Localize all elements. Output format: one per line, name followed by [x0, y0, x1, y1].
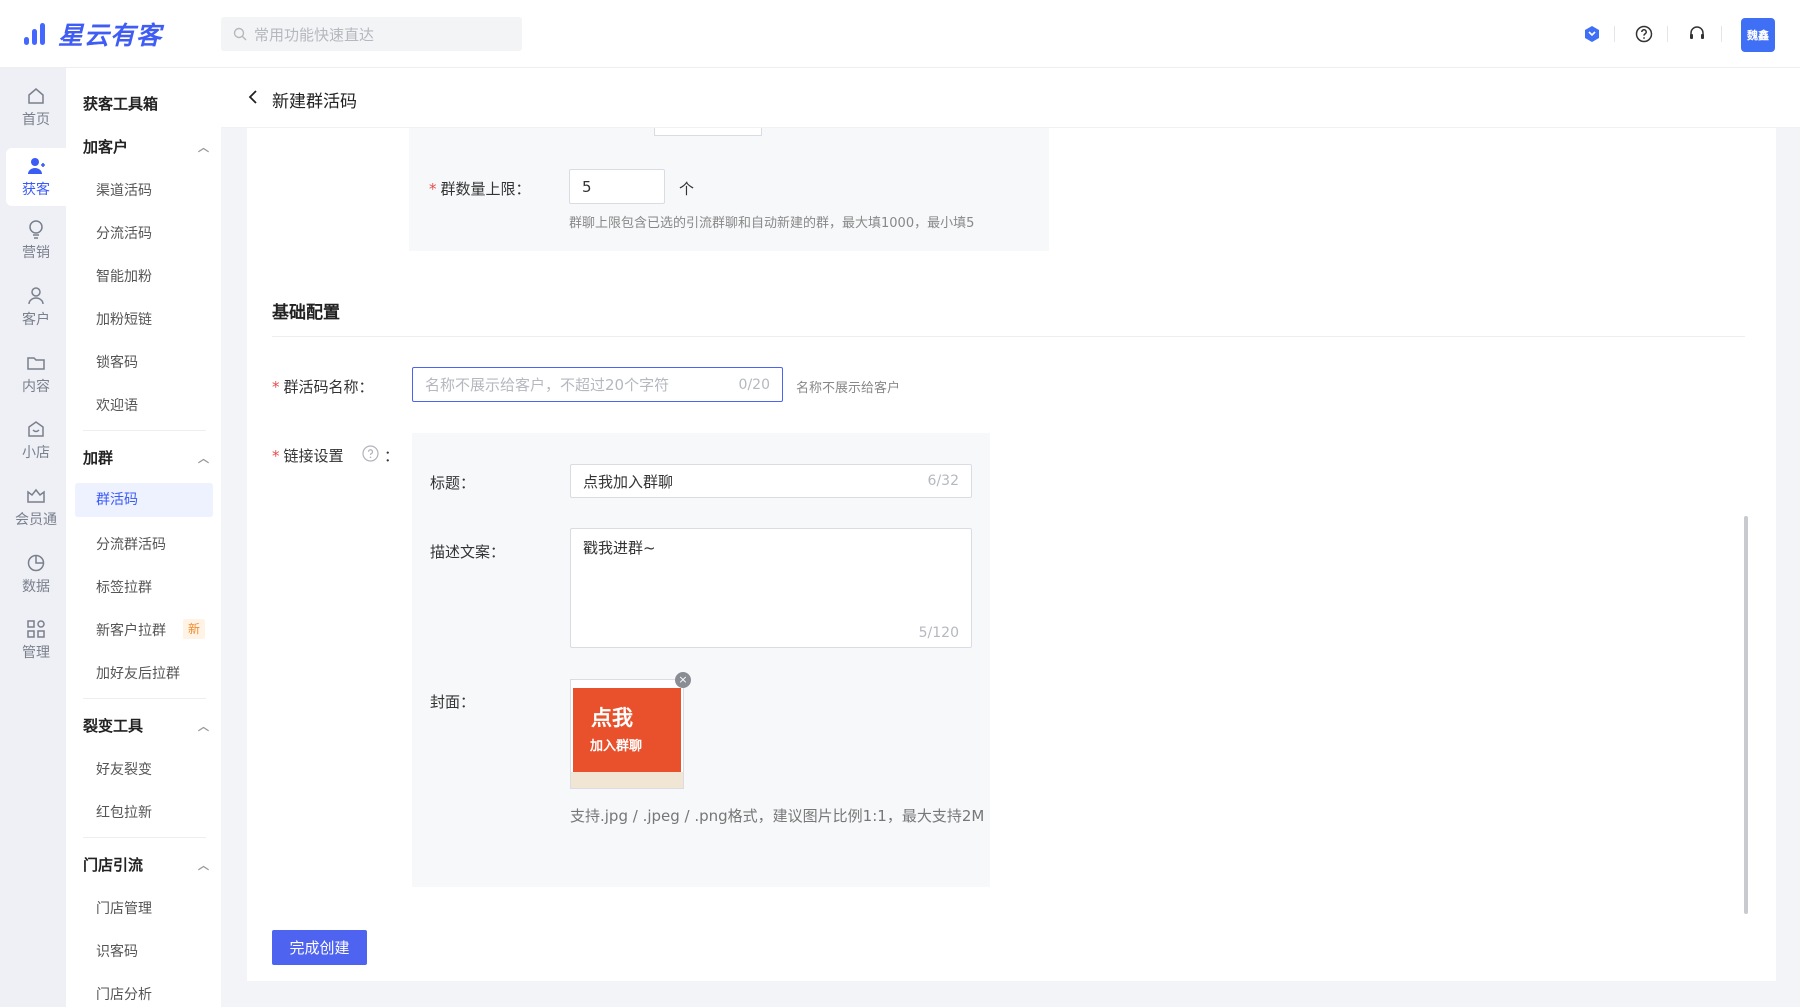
back-arrow-icon[interactable] — [247, 88, 259, 106]
section-divider — [272, 336, 1745, 337]
subnav-item[interactable]: 加粉短链 — [96, 309, 152, 329]
rail-item-acquire[interactable]: 获客 — [6, 148, 66, 206]
home-icon — [28, 87, 44, 104]
logo[interactable]: 星云有客 — [22, 16, 162, 52]
folder-icon — [27, 356, 45, 370]
group-limit-unit: 个 — [679, 180, 695, 198]
subnav-item[interactable]: 门店管理 — [96, 898, 152, 918]
subnav-title: 获客工具箱 — [83, 95, 159, 113]
search-placeholder: 常用功能快速直达 — [254, 25, 375, 44]
chevron-up-icon: ︿ — [198, 859, 209, 872]
link-desc-label: 描述文案： — [430, 543, 506, 561]
rail-item-content[interactable]: 内容 — [6, 345, 66, 403]
link-desc-value: 戳我进群~ — [583, 539, 656, 557]
link-desc-counter: 5/120 — [918, 625, 959, 641]
subnav-item[interactable]: 识客码 — [96, 941, 138, 961]
rail-item-shop[interactable]: 小店 — [6, 411, 66, 469]
subnav-item[interactable]: 锁客码 — [96, 352, 138, 372]
logo-icon — [22, 19, 52, 49]
page-header: 新建群活码 — [221, 68, 1800, 128]
rail-label: 管理 — [22, 644, 50, 661]
rail-item-manage[interactable]: 管理 — [6, 611, 66, 669]
bulb-icon — [29, 219, 43, 239]
new-badge: 新 — [183, 619, 205, 639]
rail-item-data[interactable]: 数据 — [6, 545, 66, 603]
headset-icon[interactable] — [1685, 22, 1709, 46]
name-input-counter: 0/20 — [738, 376, 770, 393]
name-input-placeholder: 名称不展示给客户，不超过20个字符 — [425, 376, 670, 394]
subnav-item[interactable]: 新客户拉群 — [96, 620, 166, 640]
subnav-item-active[interactable]: 群活码 — [75, 483, 213, 517]
link-title-value: 点我加入群聊 — [583, 472, 674, 491]
rail-label: 小店 — [22, 444, 50, 461]
rail-label: 获客 — [22, 181, 50, 198]
subnav-group-add-customer[interactable]: 加客户 ︿ — [83, 136, 211, 157]
group-limit-label: * 群数量上限： — [429, 180, 531, 198]
name-input[interactable]: 名称不展示给客户，不超过20个字符 0/20 — [412, 367, 783, 402]
rail-label: 内容 — [22, 378, 50, 395]
subnav-item[interactable]: 红包拉新 — [96, 802, 152, 822]
cover-label: 封面： — [430, 693, 476, 711]
subnav-item[interactable]: 好友裂变 — [96, 759, 152, 779]
subnav-item[interactable]: 智能加粉 — [96, 266, 152, 286]
shield-icon[interactable] — [1580, 22, 1604, 46]
rail-item-home[interactable]: 首页 — [6, 78, 66, 136]
user-add-icon — [28, 157, 45, 174]
group-limit-hint: 群聊上限包含已选的引流群聊和自动新建的群，最大填1000，最小填5 — [569, 216, 975, 231]
name-field-label: * 群活码名称： — [272, 378, 374, 396]
apps-icon — [27, 619, 45, 638]
cover-hint: 支持.jpg / .jpeg / .png格式，建议图片比例1:1，最大支持2M — [570, 807, 985, 825]
cover-image[interactable]: 点我 加入群聊 — [570, 679, 684, 789]
rail-item-membership[interactable]: 会员通 — [6, 478, 66, 536]
subnav-item[interactable]: 分流活码 — [96, 223, 152, 243]
link-title-input[interactable]: 点我加入群聊 6/32 — [570, 464, 972, 498]
search-icon — [233, 27, 247, 41]
link-settings-colon: ： — [384, 447, 400, 465]
rail-label: 数据 — [22, 578, 50, 595]
brand-name: 星云有客 — [58, 21, 163, 50]
subnav-item[interactable]: 渠道活码 — [96, 180, 152, 200]
subnav-group-add-group[interactable]: 加群 ︿ — [83, 447, 211, 468]
subnav-item[interactable]: 门店分析 — [96, 984, 152, 1004]
cover-image-art: 点我 加入群聊 — [573, 688, 681, 774]
subnav-group-fission[interactable]: 裂变工具 ︿ — [83, 715, 211, 736]
group-limit-input[interactable]: 5 — [569, 169, 665, 204]
subnav-item[interactable]: 加好友后拉群 — [96, 663, 180, 683]
rail-item-marketing[interactable]: 营销 — [6, 211, 66, 269]
page-title: 新建群活码 — [272, 92, 357, 112]
scrollbar[interactable] — [1744, 516, 1748, 914]
link-settings-label: * 链接设置 — [272, 447, 344, 465]
rail-label: 会员通 — [15, 511, 57, 528]
chevron-up-icon: ︿ — [198, 141, 209, 154]
chevron-up-icon: ︿ — [198, 720, 209, 733]
rail-label: 客户 — [22, 311, 50, 328]
crown-icon — [27, 488, 45, 503]
rail-item-customer[interactable]: 客户 — [6, 278, 66, 336]
link-desc-textarea[interactable]: 戳我进群~ 5/120 — [570, 528, 972, 648]
avatar[interactable]: 魏鑫 — [1741, 18, 1775, 52]
subnav-group-store[interactable]: 门店引流 ︿ — [83, 854, 211, 875]
name-field-hint: 名称不展示给客户 — [796, 381, 901, 396]
help-circle-icon[interactable] — [1632, 22, 1656, 46]
search-input[interactable]: 常用功能快速直达 — [221, 17, 522, 51]
subnav-item[interactable]: 分流群活码 — [96, 534, 166, 554]
shop-icon — [28, 420, 44, 437]
section-title-basic: 基础配置 — [272, 303, 340, 323]
chevron-up-icon: ︿ — [198, 452, 209, 465]
primary-nav: 首页 获客 营销 客户 内容 小店 会员通 数据 管理 — [0, 68, 66, 1007]
remove-cover-icon[interactable]: × — [675, 672, 691, 688]
secondary-nav: 获客工具箱 加客户 ︿ 渠道活码 分流活码 智能加粉 加粉短链 锁客码 欢迎语 加… — [66, 68, 221, 1007]
scrolled-input-edge — [654, 128, 762, 136]
complete-create-button[interactable]: 完成创建 — [272, 930, 367, 965]
subnav-item[interactable]: 标签拉群 — [96, 577, 152, 597]
subnav-item[interactable]: 欢迎语 — [96, 395, 138, 415]
rail-label: 首页 — [22, 111, 50, 128]
link-title-counter: 6/32 — [927, 473, 959, 489]
user-icon — [28, 286, 44, 304]
link-title-label: 标题： — [430, 474, 476, 492]
rail-label: 营销 — [22, 244, 50, 261]
pie-chart-icon — [27, 554, 45, 571]
question-icon[interactable] — [362, 445, 379, 462]
top-bar: 星云有客 常用功能快速直达 魏鑫 — [0, 0, 1800, 68]
